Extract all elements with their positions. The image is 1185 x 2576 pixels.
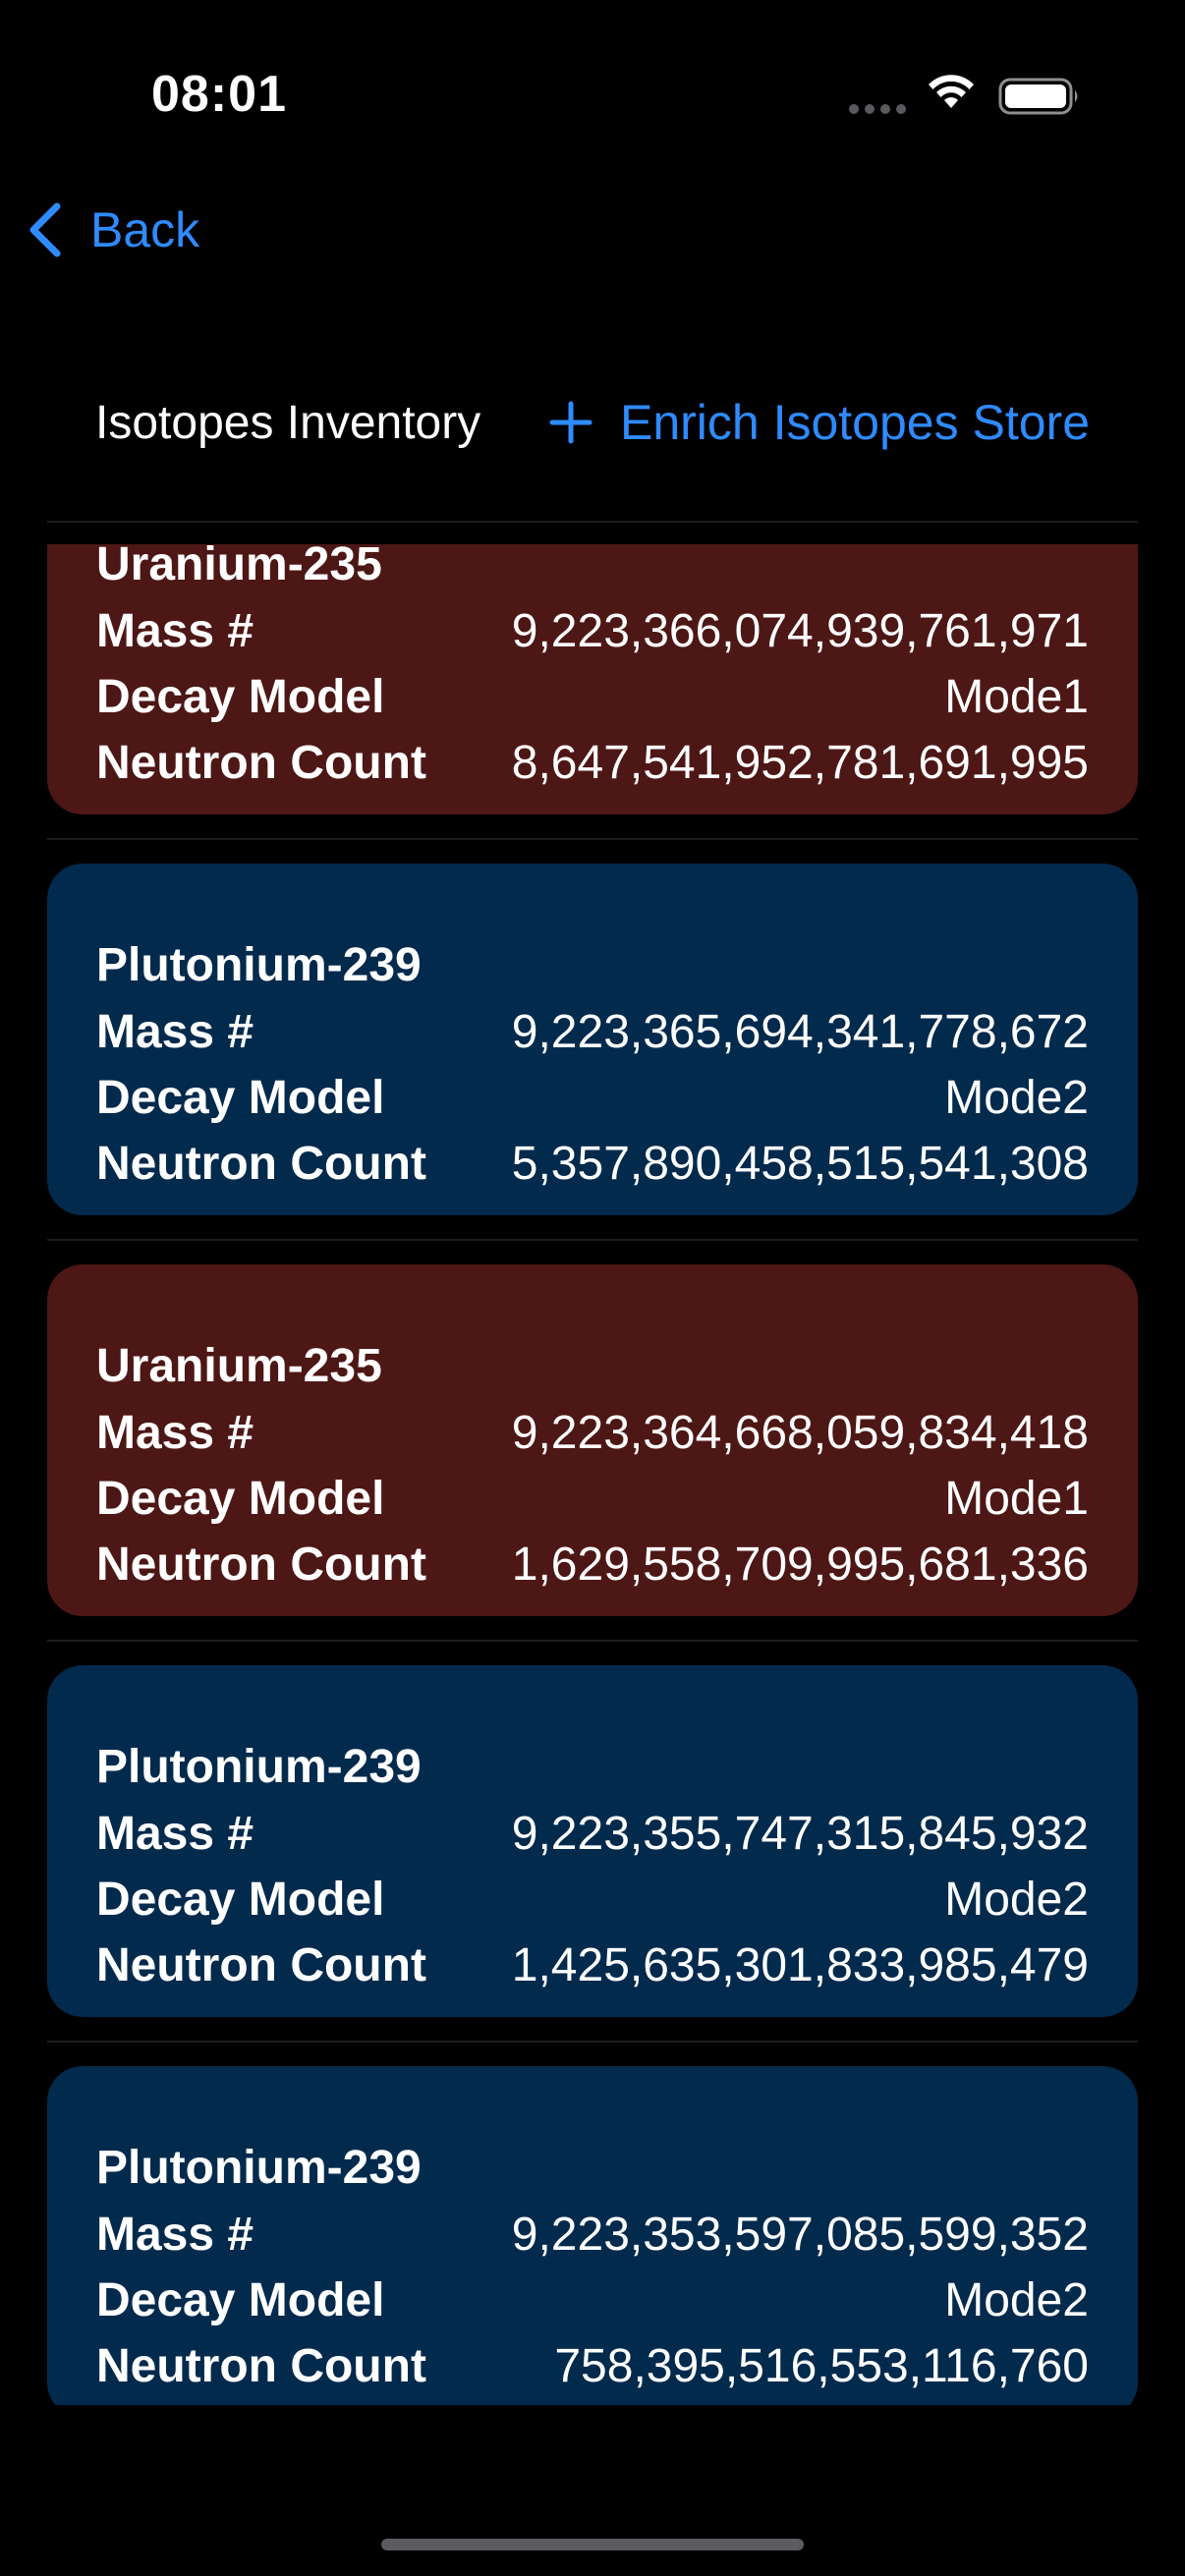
decay-label: Decay Model [96, 2274, 385, 2326]
isotope-list[interactable]: Uranium-235 Mass # 9,223,366,074,939,761… [47, 544, 1138, 2405]
row-divider [47, 838, 1138, 840]
back-label: Back [90, 202, 200, 257]
isotope-card[interactable]: Plutonium-239 Mass # 9,223,365,694,341,7… [47, 864, 1138, 1241]
mass-row: Mass # 9,223,365,694,341,778,672 [96, 999, 1089, 1065]
status-time: 08:01 [151, 66, 287, 123]
neutron-value: 758,395,516,553,116,760 [554, 2340, 1089, 2392]
mass-label: Mass # [96, 1407, 254, 1459]
neutron-label: Neutron Count [96, 2340, 426, 2392]
back-button[interactable]: Back [24, 196, 199, 263]
neutron-label: Neutron Count [96, 737, 426, 789]
inventory-title: Isotopes Inventory [95, 396, 481, 449]
mass-row: Mass # 9,223,364,668,059,834,418 [96, 1400, 1089, 1466]
neutron-row: Neutron Count 5,357,890,458,515,541,308 [96, 1131, 1089, 1197]
mass-label: Mass # [96, 1006, 254, 1058]
enrich-label: Enrich Isotopes Store [619, 395, 1090, 450]
wifi-icon [929, 75, 974, 108]
mass-value: 9,223,355,747,315,845,932 [511, 1808, 1089, 1860]
isotope-name: Plutonium-239 [96, 2142, 422, 2194]
row-divider [47, 1640, 1138, 1642]
cellular-signal-icon [849, 104, 906, 114]
isotope-name: Uranium-235 [96, 1340, 382, 1392]
battery-icon [998, 78, 1078, 115]
neutron-label: Neutron Count [96, 1539, 426, 1591]
decay-row: Decay Model Mode1 [96, 664, 1089, 730]
isotope-name: Plutonium-239 [96, 939, 422, 991]
isotope-card[interactable]: Plutonium-239 Mass # 9,223,353,597,085,5… [47, 2066, 1138, 2405]
status-bar: 08:01 [0, 0, 1185, 196]
mass-value: 9,223,365,694,341,778,672 [511, 1006, 1089, 1058]
isotope-name: Plutonium-239 [96, 1741, 422, 1793]
isotope-card[interactable]: Uranium-235 Mass # 9,223,364,668,059,834… [47, 1264, 1138, 1642]
decay-label: Decay Model [96, 1874, 385, 1926]
isotope-card[interactable]: Plutonium-239 Mass # 9,223,355,747,315,8… [47, 1665, 1138, 2043]
row-divider [47, 2041, 1138, 2043]
neutron-label: Neutron Count [96, 1939, 426, 1991]
header-divider [47, 521, 1138, 523]
neutron-label: Neutron Count [96, 1138, 426, 1190]
mass-label: Mass # [96, 605, 254, 657]
neutron-value: 1,629,558,709,995,681,336 [511, 1539, 1089, 1591]
decay-row: Decay Model Mode2 [96, 2268, 1089, 2333]
decay-row: Decay Model Mode1 [96, 1466, 1089, 1532]
mass-label: Mass # [96, 1808, 254, 1860]
decay-label: Decay Model [96, 1473, 385, 1525]
mass-row: Mass # 9,223,353,597,085,599,352 [96, 2202, 1089, 2268]
decay-value: Mode1 [944, 1473, 1089, 1525]
plus-icon [549, 401, 592, 444]
isotope-name: Uranium-235 [96, 544, 382, 590]
chevron-left-icon [29, 202, 61, 257]
neutron-value: 5,357,890,458,515,541,308 [511, 1138, 1089, 1190]
decay-label: Decay Model [96, 1072, 385, 1124]
neutron-row: Neutron Count 758,395,516,553,116,760 [96, 2333, 1089, 2399]
mass-value: 9,223,353,597,085,599,352 [511, 2209, 1089, 2261]
isotope-card[interactable]: Uranium-235 Mass # 9,223,366,074,939,761… [47, 544, 1138, 840]
decay-value: Mode1 [944, 671, 1089, 723]
decay-value: Mode2 [944, 1874, 1089, 1926]
mass-value: 9,223,364,668,059,834,418 [511, 1407, 1089, 1459]
neutron-row: Neutron Count 1,629,558,709,995,681,336 [96, 1532, 1089, 1597]
decay-label: Decay Model [96, 671, 385, 723]
neutron-value: 8,647,541,952,781,691,995 [511, 737, 1089, 789]
home-indicator[interactable] [381, 2539, 804, 2550]
mass-row: Mass # 9,223,355,747,315,845,932 [96, 1801, 1089, 1867]
decay-value: Mode2 [944, 2274, 1089, 2326]
enrich-isotopes-button[interactable]: Enrich Isotopes Store [549, 394, 1090, 451]
decay-row: Decay Model Mode2 [96, 1065, 1089, 1131]
neutron-value: 1,425,635,301,833,985,479 [511, 1939, 1089, 1991]
mass-label: Mass # [96, 2209, 254, 2261]
decay-value: Mode2 [944, 1072, 1089, 1124]
mass-row: Mass # 9,223,366,074,939,761,971 [96, 598, 1089, 664]
neutron-row: Neutron Count 1,425,635,301,833,985,479 [96, 1932, 1089, 1998]
inventory-header: Isotopes Inventory Enrich Isotopes Store [95, 385, 1090, 460]
mass-value: 9,223,366,074,939,761,971 [511, 605, 1089, 657]
neutron-row: Neutron Count 8,647,541,952,781,691,995 [96, 730, 1089, 796]
decay-row: Decay Model Mode2 [96, 1867, 1089, 1932]
row-divider [47, 1239, 1138, 1241]
